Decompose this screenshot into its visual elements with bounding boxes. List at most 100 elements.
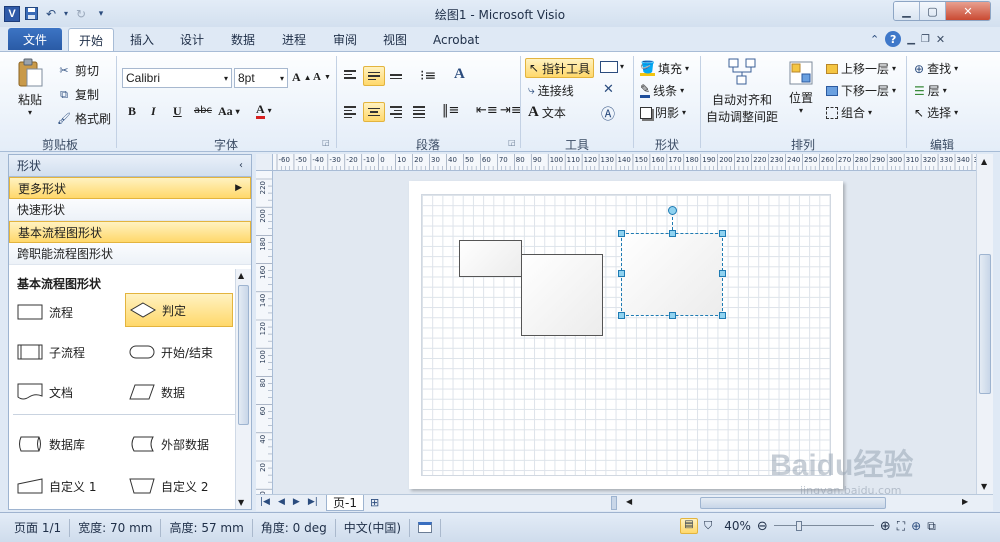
- scroll-up-icon[interactable]: ▲: [981, 157, 987, 166]
- resize-handle[interactable]: [618, 230, 625, 237]
- justify-button[interactable]: [413, 106, 425, 118]
- shape-process[interactable]: 流程: [13, 295, 121, 329]
- paste-button[interactable]: 粘贴 ▾: [12, 58, 48, 122]
- zoom-slider[interactable]: [773, 521, 874, 531]
- shape-data[interactable]: 数据: [125, 375, 233, 409]
- insert-page-icon[interactable]: ⊞: [370, 496, 379, 509]
- underline-button[interactable]: U: [173, 104, 182, 119]
- close-button[interactable]: ✕: [946, 2, 990, 20]
- tab-file[interactable]: 文件: [8, 28, 62, 50]
- text-block-icon[interactable]: Ⓐ: [601, 104, 615, 124]
- scroll-left-icon[interactable]: ◀: [626, 497, 632, 506]
- decrease-indent-icon[interactable]: ⇤≡: [476, 103, 498, 118]
- align-bottom-button[interactable]: [390, 74, 402, 79]
- last-page-icon[interactable]: ▶|: [308, 497, 318, 507]
- resize-handle[interactable]: [719, 312, 726, 319]
- rotation-handle[interactable]: [668, 206, 677, 215]
- help-icon[interactable]: ?: [885, 31, 902, 47]
- scrollbar-thumb[interactable]: [979, 254, 991, 394]
- tab-acrobat[interactable]: Acrobat: [423, 29, 489, 50]
- fill-button[interactable]: 🪣 填充 ▾: [640, 60, 689, 77]
- next-page-icon[interactable]: ▶: [293, 497, 300, 507]
- shadow-button[interactable]: 阴影 ▾: [640, 104, 686, 121]
- status-zoom[interactable]: 40%: [724, 519, 751, 533]
- tab-insert[interactable]: 插入: [120, 29, 164, 50]
- tab-view[interactable]: 视图: [373, 29, 417, 50]
- zoom-out-icon[interactable]: ⊖: [757, 519, 768, 534]
- resize-handle[interactable]: [618, 312, 625, 319]
- strikethrough-button[interactable]: abc: [194, 105, 212, 116]
- scrollbar-thumb[interactable]: [700, 497, 886, 509]
- text-tool-button[interactable]: A 文本: [528, 104, 566, 121]
- align-top-button[interactable]: [344, 70, 356, 79]
- paste-dropdown-icon[interactable]: ▾: [12, 108, 48, 117]
- scroll-down-icon[interactable]: ▼: [238, 498, 244, 507]
- pan-zoom-icon[interactable]: ⊕: [911, 519, 921, 533]
- macro-record-icon[interactable]: [410, 518, 442, 537]
- status-page[interactable]: 页面 1/1: [0, 518, 71, 537]
- shapes-scrollbar[interactable]: ▲ ▼: [235, 269, 251, 509]
- cut-button[interactable]: ✂ 剪切: [56, 62, 99, 79]
- switch-windows-icon[interactable]: ⧉: [927, 519, 936, 534]
- select-button[interactable]: ↖ 选择 ▾: [914, 104, 958, 121]
- status-angle[interactable]: 角度: 0 deg: [253, 518, 336, 537]
- pointer-tool-button[interactable]: ↖ 指针工具: [525, 58, 595, 78]
- status-width[interactable]: 宽度: 70 mm: [70, 518, 162, 537]
- resize-handle[interactable]: [618, 270, 625, 277]
- stencil-quick-shapes[interactable]: 快速形状: [9, 199, 251, 221]
- copy-button[interactable]: ⧉ 复制: [56, 86, 99, 103]
- resize-handle[interactable]: [669, 230, 676, 237]
- position-button[interactable]: 位置 ▾: [786, 60, 816, 115]
- selected-shape[interactable]: [618, 206, 726, 319]
- stencil-more-shapes[interactable]: 更多形状 ▶: [9, 177, 251, 199]
- align-center-button[interactable]: [363, 102, 385, 122]
- resize-handle[interactable]: [669, 312, 676, 319]
- doc-close-icon[interactable]: ✕: [936, 33, 945, 46]
- group-button[interactable]: 组合 ▾: [826, 104, 872, 121]
- shrink-font-button[interactable]: A ▼: [313, 71, 331, 83]
- connector-button[interactable]: ⤷ 连接线: [528, 82, 574, 99]
- prev-page-icon[interactable]: ◀: [278, 497, 285, 507]
- first-page-icon[interactable]: |◀: [260, 497, 270, 507]
- tab-data[interactable]: 数据: [221, 29, 265, 50]
- doc-restore-icon[interactable]: ❐: [921, 34, 930, 45]
- line-button[interactable]: ✎ 线条 ▾: [640, 82, 684, 99]
- collapse-panel-icon[interactable]: ‹: [239, 160, 243, 171]
- align-middle-button[interactable]: [363, 66, 385, 86]
- stencil-cross-functional[interactable]: 跨职能流程图形状: [9, 243, 251, 265]
- bullets-icon[interactable]: ⁝≡: [420, 68, 436, 84]
- shape-subprocess[interactable]: 子流程: [13, 335, 121, 369]
- status-height[interactable]: 高度: 57 mm: [161, 518, 253, 537]
- shape-document[interactable]: 文档: [13, 375, 121, 409]
- shape-database[interactable]: 数据库: [13, 427, 121, 461]
- scrollbar-thumb[interactable]: [238, 285, 249, 425]
- normal-view-icon[interactable]: ▤: [680, 518, 698, 534]
- rectangle-shape[interactable]: [459, 240, 522, 277]
- bold-button[interactable]: B: [128, 104, 136, 119]
- status-language[interactable]: 中文(中国): [336, 518, 411, 537]
- bring-forward-button[interactable]: 上移一层 ▾: [826, 60, 896, 77]
- scroll-down-icon[interactable]: ▼: [981, 482, 987, 491]
- tab-page-1[interactable]: 页-1: [326, 495, 364, 511]
- shape-start-end[interactable]: 开始/结束: [125, 335, 233, 369]
- tab-review[interactable]: 审阅: [323, 29, 367, 50]
- collapse-ribbon-icon[interactable]: ⌃: [870, 33, 879, 46]
- maximize-button[interactable]: ▢: [920, 2, 946, 20]
- resize-handle[interactable]: [719, 270, 726, 277]
- find-button[interactable]: ⊕ 查找 ▾: [914, 60, 958, 77]
- format-painter-button[interactable]: 🖌 格式刷: [56, 110, 111, 127]
- font-size-combo[interactable]: 8pt ▾: [234, 68, 288, 88]
- chevron-down-icon[interactable]: ▾: [620, 62, 624, 71]
- shape-custom-2[interactable]: 自定义 2: [125, 469, 233, 503]
- resize-handle[interactable]: [719, 230, 726, 237]
- italic-button[interactable]: I: [151, 104, 156, 119]
- tab-process[interactable]: 进程: [272, 29, 316, 50]
- text-direction-icon[interactable]: A: [454, 66, 465, 83]
- shape-custom-1[interactable]: 自定义 1: [13, 469, 121, 503]
- zoom-in-icon[interactable]: ⊕: [880, 519, 891, 534]
- increase-indent-icon[interactable]: ⇥≡: [500, 103, 522, 118]
- shape-external-data[interactable]: 外部数据: [125, 427, 233, 461]
- font-color-button[interactable]: A ▾: [256, 102, 272, 119]
- send-backward-button[interactable]: 下移一层 ▾: [826, 82, 896, 99]
- vertical-scrollbar[interactable]: ▲ ▼: [976, 154, 993, 494]
